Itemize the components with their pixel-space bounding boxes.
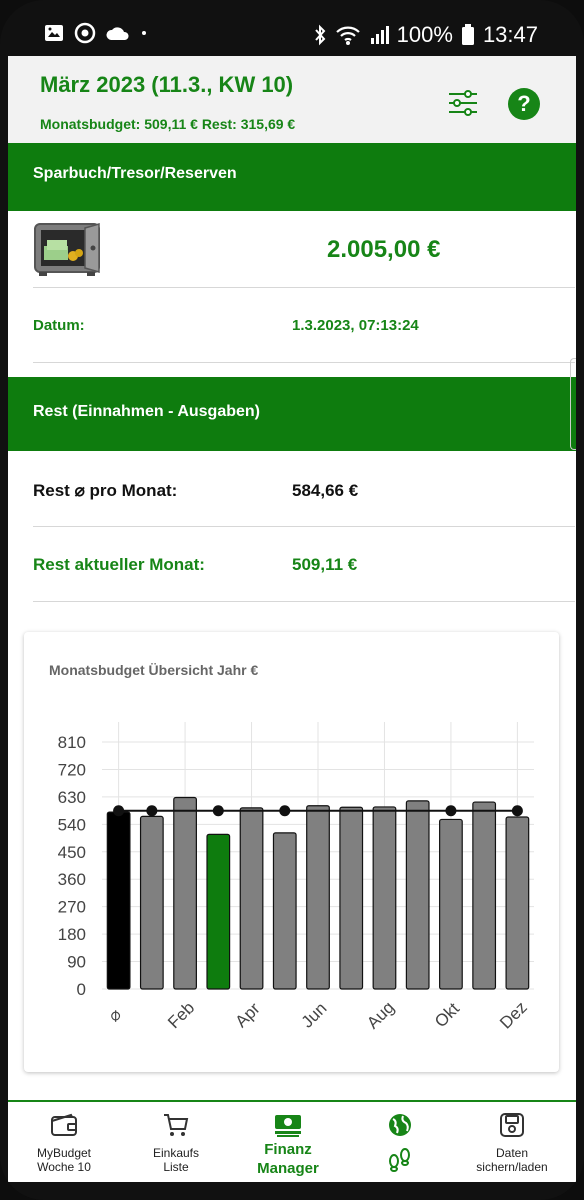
chart-bar (306, 805, 330, 990)
chart-bar (106, 811, 131, 990)
bluetooth-icon (314, 24, 326, 46)
date-label: Datum: (33, 317, 85, 334)
y-tick-label: 540 (58, 815, 86, 834)
chart-bar (239, 807, 264, 990)
budget-summary: Monatsbudget: 509,11 € Rest: 315,69 € (40, 116, 296, 132)
nav-finance-manager[interactable]: Finanz Manager (232, 1102, 344, 1182)
bottom-navigation: MyBudget Woche 10 Einkaufs Liste Finanz Man… (8, 1100, 576, 1182)
nav-mybudget-label: MyBudget Woche 10 (36, 1146, 92, 1174)
globe-icon (389, 1114, 411, 1136)
phone-frame: 100% 13:47 März 2023 (11.3., KW 10) Mona… (0, 0, 584, 1200)
rest-average-value: 584,66 € (292, 481, 359, 500)
status-bar-left-icons (44, 22, 148, 44)
y-tick-label: 810 (58, 733, 86, 752)
chart-bar (439, 818, 463, 990)
divider (33, 287, 575, 288)
y-tick-label: 630 (58, 788, 86, 807)
sync-icon (74, 22, 96, 44)
wifi-icon (335, 26, 360, 45)
y-tick-label: 180 (58, 925, 86, 944)
y-tick-label: 450 (58, 843, 86, 862)
settings-sliders-icon[interactable] (448, 90, 478, 116)
cart-icon (164, 1114, 189, 1136)
nav-mybudget[interactable]: MyBudget Woche 10 (8, 1102, 120, 1182)
app-screen: März 2023 (11.3., KW 10) Monatsbudget: 5… (8, 56, 576, 1182)
date-value: 1.3.2023, 07:13:24 (292, 317, 419, 334)
average-marker (511, 805, 523, 817)
signal-icon (370, 26, 389, 44)
status-bar-right-icons: 100% 13:47 (313, 22, 538, 48)
savings-section-title: Sparbuch/Tresor/Reserven (33, 165, 237, 182)
average-marker (212, 805, 224, 817)
nav-data-backup-label: Daten sichern/laden (476, 1146, 548, 1174)
nav-finance-manager-label: Finanz Manager (257, 1141, 319, 1177)
dot-icon (142, 31, 146, 35)
rest-section-header: Rest (Einnahmen - Ausgaben) (8, 377, 576, 451)
chart-bar (173, 796, 197, 990)
y-tick-label: 720 (58, 760, 86, 779)
divider (33, 526, 575, 527)
x-tick-label: Jun (298, 999, 331, 1032)
x-tick-label: Dez (496, 998, 531, 1033)
nav-shopping-list[interactable]: Einkaufs Liste (120, 1102, 232, 1182)
nav-globe-footprints[interactable] (344, 1102, 456, 1182)
status-bar: 100% 13:47 (0, 0, 584, 56)
home-bar (0, 1182, 584, 1200)
budget-bar-chart: 0 90 180 270 360 450 540 630 720 810 ⌀ Feb Apr Jun Aug… (58, 722, 534, 1033)
chart-bar (339, 806, 364, 990)
wallet-icon (51, 1113, 77, 1136)
x-tick-label: Okt (431, 999, 463, 1031)
clock: 13:47 (482, 22, 538, 47)
chart-bar (139, 815, 164, 990)
average-marker (279, 805, 291, 817)
footprints-icon (389, 1148, 410, 1172)
gallery-icon (45, 25, 63, 41)
cloud-icon (106, 27, 129, 40)
rest-average-label: Rest ⌀ pro Monat: (33, 481, 178, 500)
chart-bar (472, 801, 497, 990)
x-tick-label: ⌀ (104, 1005, 125, 1026)
chart-bar (372, 806, 397, 990)
rest-section-title: Rest (Einnahmen - Ausgaben) (33, 403, 260, 420)
page-title: März 2023 (11.3., KW 10) (40, 72, 294, 97)
rest-current-value: 509,11 € (292, 555, 358, 574)
y-tick-label: 0 (77, 980, 86, 999)
help-button[interactable]: ? (508, 88, 540, 120)
average-marker (113, 805, 125, 817)
save-icon (500, 1113, 524, 1137)
average-marker (146, 805, 158, 817)
rest-current-label: Rest aktueller Monat: (33, 555, 205, 574)
savings-section-header: Sparbuch/Tresor/Reserven (8, 143, 576, 211)
chart-card: Monatsbudget Übersicht Jahr € 0 90 180 270 3… (24, 632, 559, 1072)
divider (33, 362, 575, 363)
chart-bar (272, 832, 297, 990)
chart-bar (206, 833, 231, 990)
y-tick-label: 360 (58, 870, 86, 889)
app-header: März 2023 (11.3., KW 10) Monatsbudget: 5… (8, 56, 576, 143)
safe-icon (34, 223, 100, 276)
nav-data-backup[interactable]: Daten sichern/laden (456, 1102, 568, 1182)
chart-bar (505, 816, 530, 990)
y-tick-label: 90 (67, 953, 86, 972)
y-tick-label: 270 (58, 898, 86, 917)
savings-amount: 2.005,00 € (327, 236, 441, 263)
x-tick-label: Feb (164, 998, 198, 1032)
chart-bar (405, 800, 430, 990)
x-tick-label: Aug (363, 998, 398, 1033)
divider (33, 601, 575, 602)
money-icon (275, 1115, 301, 1137)
x-tick-label: Apr (232, 999, 264, 1031)
average-marker (445, 805, 457, 817)
scroll-handle[interactable] (570, 358, 576, 450)
battery-icon (461, 24, 474, 45)
battery-percent: 100% (396, 22, 453, 47)
nav-shopping-list-label: Einkaufs Liste (152, 1146, 200, 1174)
